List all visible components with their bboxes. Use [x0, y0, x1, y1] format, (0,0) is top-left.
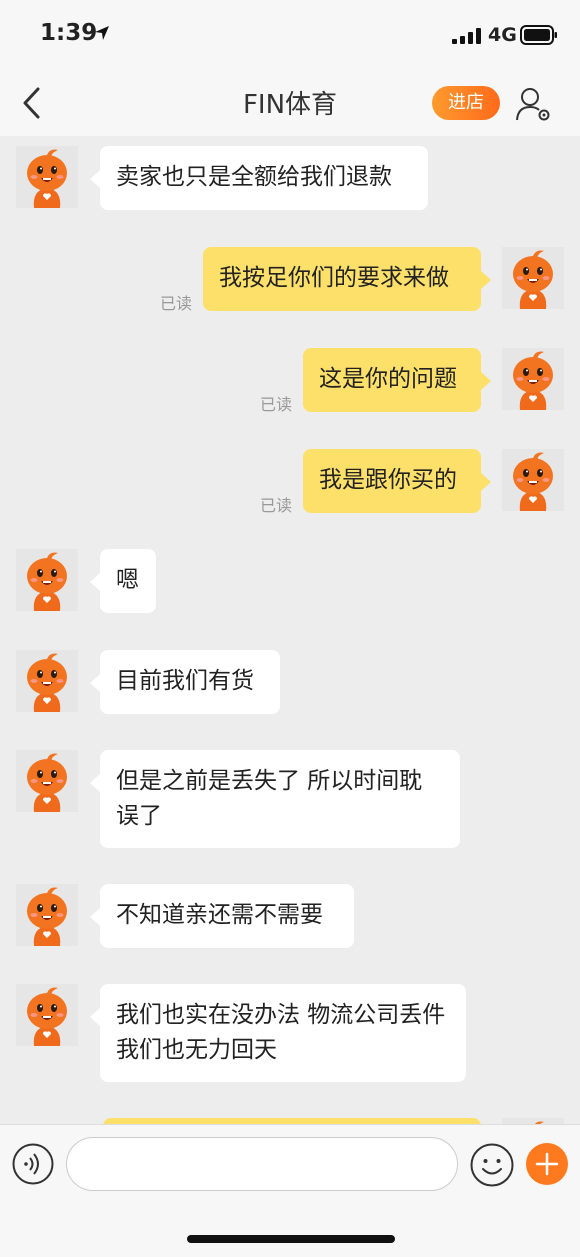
- home-indicator: [187, 1235, 395, 1243]
- message-bubble-incoming[interactable]: 但是之前是丢失了 所以时间耽误了: [90, 750, 460, 848]
- message-bubble-incoming[interactable]: 嗯: [90, 549, 156, 613]
- battery-icon: [520, 25, 557, 45]
- message-bubble-outgoing[interactable]: 我是跟你买的: [303, 449, 491, 513]
- network-type: 4G: [488, 24, 517, 46]
- status-time: 1:39: [40, 20, 98, 46]
- message-bubble-incoming[interactable]: 卖家也只是全额给我们退款: [90, 146, 428, 210]
- smiley-icon[interactable]: [470, 1143, 514, 1187]
- message-bubble-outgoing[interactable]: 我按足你们的要求来做: [203, 247, 491, 311]
- message-bubble-incoming[interactable]: 目前我们有货: [90, 650, 280, 714]
- seller-avatar[interactable]: [16, 549, 78, 611]
- message-bubble-incoming[interactable]: 不知道亲还需不需要: [90, 884, 354, 948]
- chat-area[interactable]: 卖家也只是全额给我们退款 已读 我按足你们的要求来做 已读 这是你的问题 已读 …: [0, 136, 580, 1124]
- message-bubble-outgoing[interactable]: 这是你的问题: [303, 348, 491, 412]
- seller-avatar[interactable]: [16, 750, 78, 812]
- message-input[interactable]: [66, 1137, 458, 1191]
- status-bar: 1:39 4G: [0, 0, 580, 72]
- seller-avatar[interactable]: [16, 884, 78, 946]
- user-settings-icon[interactable]: [514, 84, 554, 124]
- read-receipt: 已读: [260, 496, 293, 515]
- voice-icon[interactable]: [12, 1143, 54, 1185]
- plus-icon[interactable]: [526, 1143, 568, 1185]
- location-arrow-icon: [95, 26, 109, 40]
- seller-avatar[interactable]: [16, 650, 78, 712]
- signal-icon: [452, 28, 481, 44]
- user-avatar[interactable]: [502, 348, 564, 410]
- enter-shop-button[interactable]: 进店: [432, 86, 500, 120]
- seller-avatar[interactable]: [16, 146, 78, 208]
- message-bubble-incoming[interactable]: 我们也实在没办法 物流公司丢件 我们也无力回天: [90, 984, 466, 1082]
- chevron-left-icon[interactable]: [18, 86, 48, 120]
- input-bar: [0, 1124, 580, 1257]
- user-avatar[interactable]: [502, 247, 564, 309]
- read-receipt: 已读: [160, 294, 193, 313]
- seller-avatar[interactable]: [16, 984, 78, 1046]
- read-receipt: 已读: [260, 395, 293, 414]
- user-avatar[interactable]: [502, 449, 564, 511]
- nav-bar: FIN体育 进店: [0, 72, 580, 136]
